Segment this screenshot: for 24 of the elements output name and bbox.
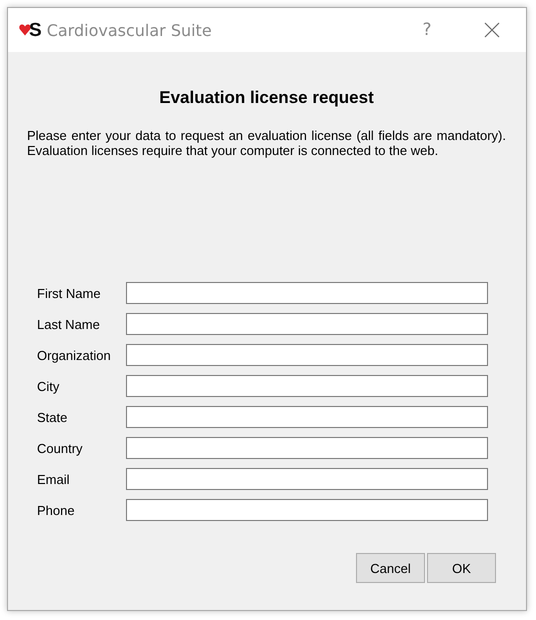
input-field[interactable] xyxy=(126,344,488,366)
input-field[interactable] xyxy=(126,282,488,304)
field-label: Country xyxy=(37,440,84,456)
app-logo: S xyxy=(19,20,42,40)
field-label: First Name xyxy=(37,286,102,300)
close-button[interactable] xyxy=(484,22,500,38)
heart-icon xyxy=(19,24,31,36)
field-label: Email xyxy=(37,472,71,486)
ok-button[interactable]: OK xyxy=(427,553,496,583)
window-title: Cardiovascular Suite xyxy=(46,20,213,40)
input-field[interactable] xyxy=(126,313,488,335)
field-label: Last Name xyxy=(37,316,101,332)
input-field[interactable] xyxy=(126,406,488,428)
dialog-heading: Evaluation license request xyxy=(158,87,375,109)
input-field[interactable] xyxy=(126,468,488,490)
description-text: Please enter your data to request an evaluation license (all fields are mandatory). Evaluation licenses require that your computer is connected to the web. xyxy=(27,128,506,158)
cancel-button[interactable]: Cancel xyxy=(356,553,425,583)
field-label: Phone xyxy=(37,502,76,518)
field-label: State xyxy=(37,410,68,424)
input-field[interactable] xyxy=(126,437,488,459)
field-label: City xyxy=(37,378,60,394)
input-field[interactable] xyxy=(126,499,488,521)
input-field[interactable] xyxy=(126,375,488,397)
field-label: Organization xyxy=(37,348,112,362)
